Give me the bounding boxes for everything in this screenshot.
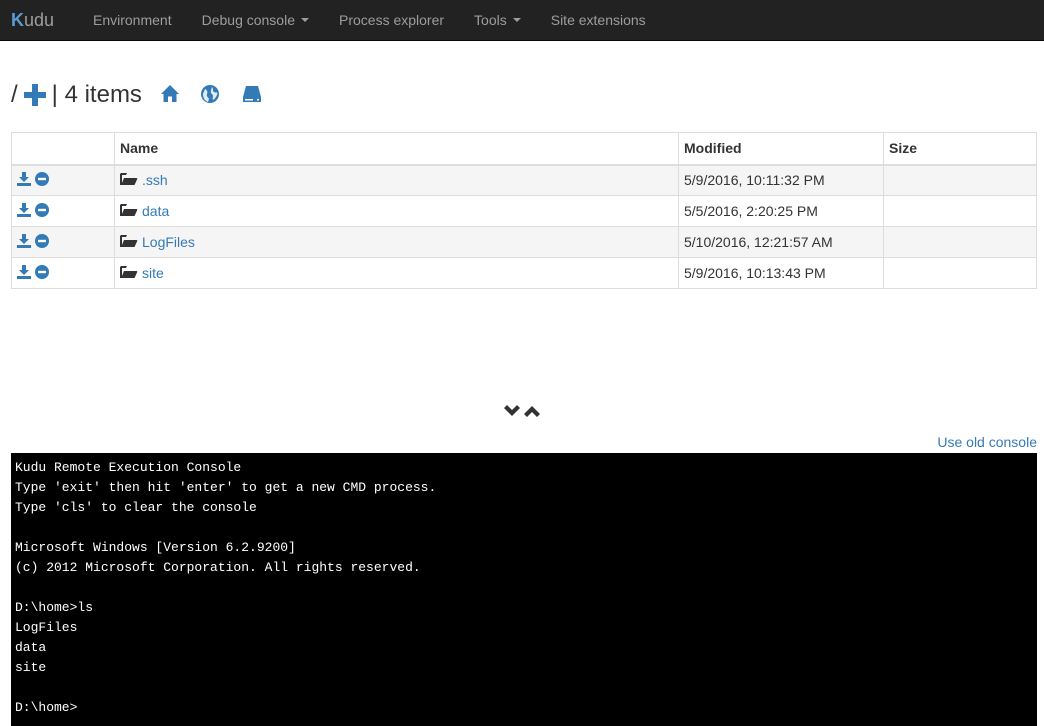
folder-open-icon (120, 203, 138, 220)
download-icon[interactable] (17, 171, 31, 189)
chevron-up-icon[interactable] (523, 404, 541, 420)
folder-open-icon (120, 172, 138, 189)
brand-logo[interactable]: Kudu (0, 0, 78, 41)
folder-link[interactable]: .ssh (120, 172, 168, 189)
download-icon[interactable] (17, 202, 31, 220)
nav-tools[interactable]: Tools (459, 0, 536, 41)
use-old-console-link[interactable]: Use old console (937, 434, 1037, 450)
row-modified-cell: 5/9/2016, 10:11:32 PM (678, 164, 884, 196)
chevron-down-icon[interactable] (503, 404, 521, 420)
folder-link[interactable]: LogFiles (120, 234, 195, 251)
console-prompt[interactable]: D:\home> (15, 698, 1033, 718)
row-name-cell: .ssh (114, 164, 679, 196)
download-icon[interactable] (17, 233, 31, 251)
table-header-row: Name Modified Size (11, 132, 1037, 166)
brand-k: K (11, 9, 24, 30)
caret-down-icon (512, 18, 521, 22)
download-icon[interactable] (17, 264, 31, 282)
console-line: D:\home>ls (15, 600, 94, 615)
nav-site-extensions-label: Site extensions (550, 12, 646, 28)
column-header-modified[interactable]: Modified (678, 132, 884, 166)
file-table: Name Modified Size .ssh 5/9/2016, 10:11:… (11, 132, 1037, 289)
table-row: data 5/5/2016, 2:20:25 PM (11, 195, 1037, 227)
console-line: LogFiles (15, 620, 78, 635)
nav-process-explorer[interactable]: Process explorer (324, 0, 459, 41)
row-size-cell (883, 164, 1037, 196)
table-row: site 5/9/2016, 10:13:43 PM (11, 257, 1037, 289)
row-modified-cell: 5/9/2016, 10:13:43 PM (678, 257, 884, 289)
folder-link[interactable]: data (120, 203, 169, 220)
nav-process-explorer-label: Process explorer (339, 12, 445, 28)
nav-site-extensions[interactable]: Site extensions (536, 0, 661, 41)
column-header-name[interactable]: Name (114, 132, 679, 166)
panel-resizer[interactable] (503, 404, 541, 420)
column-header-size[interactable]: Size (883, 132, 1037, 166)
folder-open-icon (120, 265, 138, 282)
nav-environment-label: Environment (93, 12, 172, 28)
row-actions (11, 226, 115, 258)
row-actions (11, 257, 115, 289)
remove-icon[interactable] (35, 264, 49, 282)
row-modified-cell: 5/5/2016, 2:20:25 PM (678, 195, 884, 227)
console-line: site (15, 660, 47, 675)
row-name-cell: data (114, 195, 679, 227)
path-header: / | 4 items (11, 78, 262, 112)
nav-debug-console[interactable]: Debug console (187, 0, 324, 41)
folder-name: data (142, 203, 170, 219)
nav-tools-label: Tools (474, 12, 507, 28)
top-navbar: Kudu Environment Debug console Process e… (0, 0, 1044, 41)
console-line: data (15, 640, 47, 655)
remove-icon[interactable] (35, 171, 49, 189)
remove-icon[interactable] (35, 202, 49, 220)
folder-name: .ssh (142, 172, 168, 189)
drive-icon[interactable] (242, 85, 262, 106)
column-header-actions (11, 132, 115, 166)
remove-icon[interactable] (35, 233, 49, 251)
console-output[interactable]: Kudu Remote Execution Console Type 'exit… (11, 453, 1037, 726)
folder-link[interactable]: site (120, 265, 164, 282)
console-line: Microsoft Windows [Version 6.2.9200] (15, 540, 296, 555)
folder-name: LogFiles (142, 234, 195, 250)
table-row: .ssh 5/9/2016, 10:11:32 PM (11, 164, 1037, 196)
row-actions (11, 164, 115, 196)
row-size-cell (883, 195, 1037, 227)
row-actions (11, 195, 115, 227)
brand-text: udu (24, 9, 55, 30)
nav-environment[interactable]: Environment (78, 0, 187, 41)
row-size-cell (883, 226, 1037, 258)
console-line: Kudu Remote Execution Console (15, 460, 242, 475)
folder-open-icon (120, 234, 138, 251)
console-line: (c) 2012 Microsoft Corporation. All righ… (15, 560, 421, 575)
item-count: | 4 items (51, 81, 142, 108)
home-icon[interactable] (160, 84, 180, 106)
console-line: Type 'cls' to clear the console (15, 500, 257, 515)
row-name-cell: LogFiles (114, 226, 679, 258)
console-line: Type 'exit' then hit 'enter' to get a ne… (15, 480, 437, 495)
plus-icon[interactable] (23, 84, 46, 106)
row-modified-cell: 5/10/2016, 12:21:57 AM (678, 226, 884, 258)
path-root[interactable]: / (11, 81, 18, 109)
globe-icon[interactable] (200, 84, 220, 107)
row-name-cell: site (114, 257, 679, 289)
caret-down-icon (301, 18, 309, 22)
row-size-cell (883, 257, 1037, 289)
table-row: LogFiles 5/10/2016, 12:21:57 AM (11, 226, 1037, 258)
nav-debug-console-label: Debug console (201, 12, 295, 28)
folder-name: site (142, 265, 164, 281)
